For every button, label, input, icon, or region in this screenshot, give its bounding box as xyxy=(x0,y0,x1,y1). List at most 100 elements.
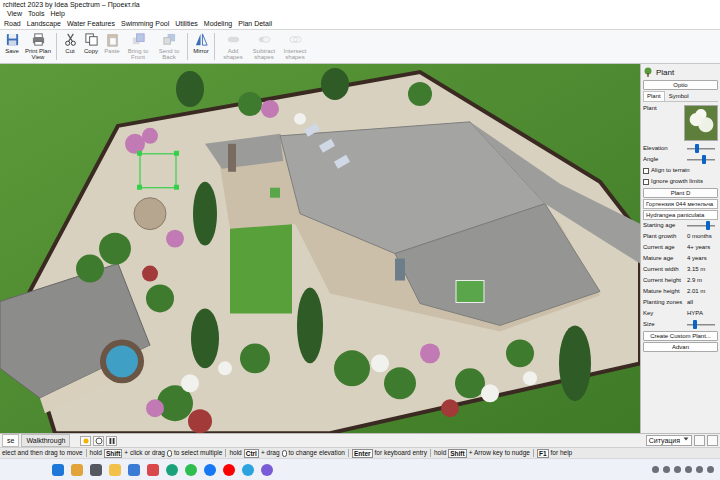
property-row: Current height2.9 m xyxy=(643,276,718,286)
telegram-icon[interactable] xyxy=(242,464,254,476)
store-icon[interactable] xyxy=(128,464,140,476)
menu-item[interactable]: Help xyxy=(47,9,67,19)
taskview-icon[interactable] xyxy=(90,464,102,476)
view-tab[interactable]: se xyxy=(2,434,19,447)
ribbon-tab[interactable]: Landscape xyxy=(24,19,64,29)
facebook-icon[interactable] xyxy=(204,464,216,476)
tray-icon[interactable] xyxy=(674,466,681,473)
status-hint: Enterfor keyboard entry xyxy=(352,449,427,458)
ribbon-tab[interactable]: Modeling xyxy=(201,19,235,29)
files-icon[interactable] xyxy=(109,464,121,476)
toolbar-button[interactable]: Save xyxy=(2,31,22,55)
status-text: for keyboard entry xyxy=(375,449,427,457)
panel-tab[interactable]: Plant xyxy=(643,91,665,101)
dropdown-arrow-icon xyxy=(683,436,689,445)
scene-select[interactable]: Ситуация xyxy=(646,435,692,446)
panel-button[interactable]: Advan xyxy=(643,342,718,352)
slider-track[interactable] xyxy=(687,148,715,150)
checkbox-row[interactable]: Align to terrain xyxy=(643,166,718,176)
key-label: Shift xyxy=(104,449,122,458)
save-icon xyxy=(5,32,20,48)
panel-button[interactable]: Create Custom Plant... xyxy=(643,331,718,341)
view-tab[interactable]: Walkthrough xyxy=(21,434,70,447)
toolbar-separator xyxy=(56,33,57,60)
toolbar-button[interactable]: Bring to Front xyxy=(123,31,153,62)
tray-icon[interactable] xyxy=(707,466,714,473)
slider-label: Angle xyxy=(643,156,685,163)
options-button[interactable]: Optio xyxy=(643,80,718,90)
property-value: 2.01 m xyxy=(687,288,718,295)
tray-icon[interactable] xyxy=(696,466,703,473)
slider-thumb[interactable] xyxy=(693,320,697,329)
slider-track[interactable] xyxy=(687,159,715,161)
copilot-icon[interactable] xyxy=(71,464,83,476)
start-icon[interactable] xyxy=(52,464,64,476)
tray-icon[interactable] xyxy=(652,466,659,473)
pause-button[interactable] xyxy=(106,436,117,446)
toolbar-button[interactable]: Copy xyxy=(81,31,101,55)
checkbox-row[interactable]: Ignore growth limits xyxy=(643,177,718,187)
checkbox[interactable] xyxy=(643,179,649,185)
name-field[interactable]: Гортензия 044 метельча xyxy=(643,199,718,209)
view-expand-button[interactable] xyxy=(707,435,718,446)
view-option-button[interactable] xyxy=(694,435,705,446)
record-button[interactable] xyxy=(93,436,104,446)
intersect-shapes-icon xyxy=(288,32,303,48)
slider-thumb[interactable] xyxy=(702,155,706,164)
tray-icon[interactable] xyxy=(663,466,670,473)
plant-photo[interactable] xyxy=(684,105,718,141)
garden-scene-icon xyxy=(0,64,640,433)
sun-icon xyxy=(82,437,90,445)
slider-row: Size xyxy=(643,320,718,330)
toolbar-button[interactable]: Intersect shapes xyxy=(280,31,310,62)
toolbar-button[interactable]: Add shapes xyxy=(218,31,248,62)
slider-thumb[interactable] xyxy=(706,221,710,230)
whatsapp-icon[interactable] xyxy=(185,464,197,476)
scissors-icon xyxy=(63,32,78,48)
status-hint: holdShift+ Arrow key to nudge xyxy=(434,449,530,458)
checkbox-label: Align to terrain xyxy=(651,167,690,174)
slider-track[interactable] xyxy=(687,324,715,326)
ribbon-tab[interactable]: Utilities xyxy=(172,19,201,29)
edge-icon[interactable] xyxy=(166,464,178,476)
youtube-icon[interactable] xyxy=(223,464,235,476)
name-field[interactable]: Hydrangea paniculata xyxy=(643,210,718,220)
properties-panel: PlantOptioPlantSymbolPlantElevationAngle… xyxy=(640,64,720,433)
property-row: Planting zonesall xyxy=(643,298,718,308)
slider-thumb[interactable] xyxy=(695,144,699,153)
toolbar: SavePrint Plan View CutCopyPasteBring to … xyxy=(0,30,720,64)
toolbar-button[interactable]: Mirror xyxy=(191,31,211,55)
property-row: Current age4+ years xyxy=(643,243,718,253)
toolbar-button[interactable]: Paste xyxy=(102,31,122,55)
menu-item[interactable]: Tools xyxy=(25,9,47,19)
panel-button[interactable]: Plant D xyxy=(643,188,718,198)
toolbar-button[interactable]: Send to Back xyxy=(154,31,184,62)
ribbon-tab[interactable]: Swimming Pool xyxy=(118,19,172,29)
property-value: HYPA xyxy=(687,310,718,317)
toolbar-button[interactable]: Cut xyxy=(60,31,80,55)
panel-tab[interactable]: Symbol xyxy=(665,91,693,101)
property-label: Mature age xyxy=(643,255,685,262)
send-back-icon xyxy=(162,32,177,48)
checkbox-label: Ignore growth limits xyxy=(651,178,703,185)
slider-track[interactable] xyxy=(687,225,715,227)
tray-icon[interactable] xyxy=(685,466,692,473)
menu-item[interactable]: View xyxy=(4,9,25,19)
ribbon-tab[interactable]: Water Features xyxy=(64,19,118,29)
toolbar-button[interactable]: Print Plan View xyxy=(23,31,53,62)
status-hint: holdShift+ click or dragto select multip… xyxy=(90,449,223,458)
status-hint: elect and then drag to move xyxy=(2,449,83,457)
app-icon[interactable] xyxy=(147,464,159,476)
paste-icon xyxy=(105,32,120,48)
browser-icon[interactable] xyxy=(261,464,273,476)
checkbox[interactable] xyxy=(643,168,649,174)
ribbon-tab[interactable]: Road xyxy=(1,19,24,29)
ribbon-tab[interactable]: Plan Detail xyxy=(235,19,275,29)
sun-button[interactable] xyxy=(80,436,91,446)
pause-icon xyxy=(108,437,116,445)
property-label: Mature height xyxy=(643,288,685,295)
toolbar-button[interactable]: Subtract shapes xyxy=(249,31,279,62)
property-row: Mature height2.01 m xyxy=(643,287,718,297)
3d-viewport[interactable] xyxy=(0,64,640,433)
toolbar-label: Bring to Front xyxy=(124,48,152,61)
